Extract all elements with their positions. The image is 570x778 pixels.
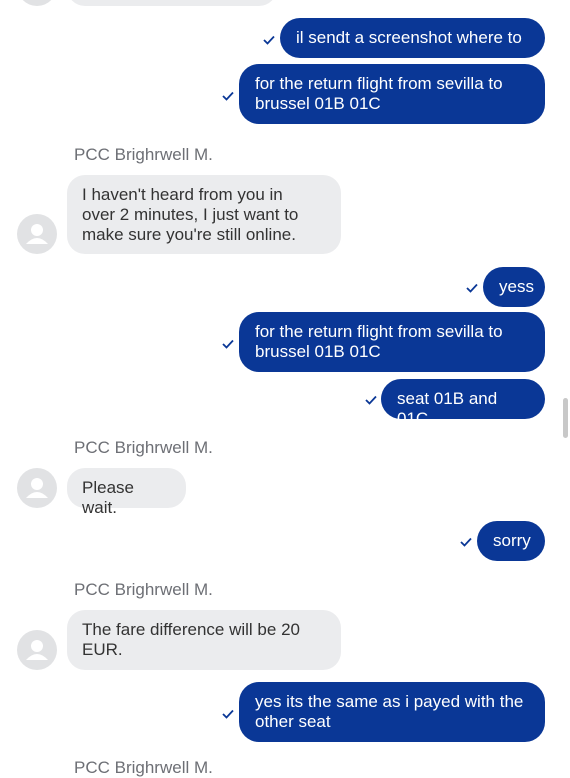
sender-name: PCC Brighrwell M. — [74, 580, 213, 599]
outgoing-message: seat 01B and 01C — [381, 379, 545, 428]
message-text: yess — [499, 277, 534, 296]
message-text: brussel 01B 01C — [255, 342, 381, 361]
message-text: for the return flight from sevilla to — [255, 74, 503, 93]
sender-name: PCC Brighrwell M. — [74, 758, 213, 777]
sender-name: PCC Brighrwell M. — [74, 438, 213, 457]
message-text: make sure you're still online. — [82, 225, 296, 244]
scrollbar-thumb[interactable] — [563, 398, 568, 438]
check-icon — [466, 283, 478, 293]
message-text: I haven't heard from you in — [82, 185, 283, 204]
agent-avatar — [17, 214, 57, 254]
user-avatar-icon — [26, 224, 48, 244]
check-icon — [222, 709, 234, 719]
agent-avatar — [17, 468, 57, 508]
outgoing-message: il sendt a screenshot where to — [280, 18, 545, 58]
outgoing-message: for the return flight from sevilla to br… — [239, 64, 545, 124]
agent-avatar — [17, 630, 57, 670]
message-text: for the return flight from sevilla to — [255, 322, 503, 341]
incoming-bubble-partial — [67, 0, 277, 6]
incoming-message: The fare difference will be 20 EUR. — [67, 610, 341, 670]
message-text: sorry — [493, 531, 531, 550]
check-icon — [365, 395, 377, 405]
message-text: il sendt a screenshot where to — [296, 28, 522, 47]
message-text: EUR. — [82, 640, 123, 659]
message-text: over 2 minutes, I just want to — [82, 205, 299, 224]
incoming-message: I haven't heard from you in over 2 minut… — [67, 175, 341, 254]
message-text: The fare difference will be 20 — [82, 620, 300, 639]
check-icon — [460, 537, 472, 547]
message-text: Please wait. — [82, 478, 134, 517]
message-text: yes its the same as i payed with the — [255, 692, 524, 711]
check-icon — [222, 339, 234, 349]
incoming-message: Please wait. — [67, 468, 186, 517]
outgoing-message: yess — [483, 267, 545, 307]
user-avatar-icon — [26, 640, 48, 660]
outgoing-message: yes its the same as i payed with the oth… — [239, 682, 545, 742]
message-text: seat 01B and 01C — [397, 389, 498, 428]
user-avatar-icon — [26, 478, 48, 498]
sender-name: PCC Brighrwell M. — [74, 145, 213, 164]
avatar — [17, 0, 57, 6]
outgoing-message: sorry — [477, 521, 545, 561]
message-text: brussel 01B 01C — [255, 94, 381, 113]
check-icon — [222, 91, 234, 101]
message-text: other seat — [255, 712, 331, 731]
outgoing-message: for the return flight from sevilla to br… — [239, 312, 545, 372]
check-icon — [263, 35, 275, 45]
